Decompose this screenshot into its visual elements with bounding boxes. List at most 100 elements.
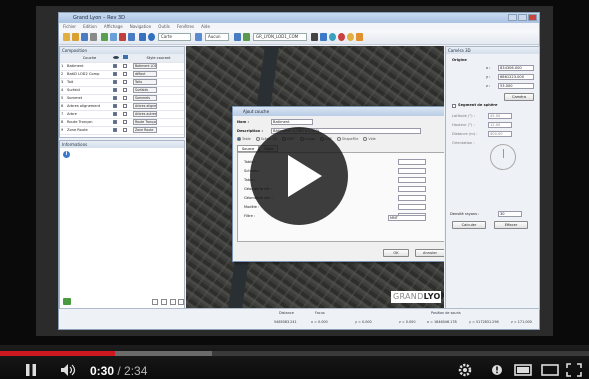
layer-visible-checkbox[interactable] xyxy=(113,80,117,84)
world-icon[interactable] xyxy=(329,33,336,41)
layer-row[interactable]: 6Arbres alignementArbres alignement xyxy=(60,102,184,111)
layer-grid-icon[interactable] xyxy=(110,33,117,41)
layer-select-checkbox[interactable] xyxy=(123,120,127,124)
minimize-icon[interactable] xyxy=(508,14,517,21)
layer-style-button[interactable]: Route Tronçon xyxy=(133,119,157,125)
layer-row[interactable]: 2 BatiD LOD2 Comp défaut xyxy=(60,70,184,79)
dialog-field-input[interactable] xyxy=(398,186,426,192)
pen-icon[interactable] xyxy=(311,33,318,41)
layer-info-icon[interactable] xyxy=(234,33,241,41)
layer-style-button[interactable]: défaut xyxy=(133,71,157,77)
source-type-radio[interactable]: Table xyxy=(237,137,251,141)
layer-row[interactable]: 3 Toit Toits xyxy=(60,78,184,87)
fullscreen-icon[interactable] xyxy=(566,363,582,377)
layer-row[interactable]: 5 Sommet Sommets xyxy=(60,94,184,103)
sun-icon[interactable] xyxy=(347,33,354,41)
menu-item-navigation[interactable]: Navigation xyxy=(130,23,152,30)
video-player[interactable]: Grand Lyon – Rev 3D Fichier Edition Affi… xyxy=(0,0,589,379)
dialog-field-input[interactable] xyxy=(398,159,426,165)
layer-select-checkbox[interactable] xyxy=(123,128,127,132)
latitude-input[interactable]: 45.00 xyxy=(488,113,512,119)
dialog-field-input[interactable] xyxy=(398,195,426,201)
filter-icon[interactable] xyxy=(243,33,250,41)
layer-visible-checkbox[interactable] xyxy=(113,120,117,124)
volume-icon[interactable] xyxy=(60,363,78,377)
menu-item-file[interactable]: Fichier xyxy=(63,23,76,30)
layer-visible-checkbox[interactable] xyxy=(113,104,117,108)
undo-icon[interactable] xyxy=(170,299,176,305)
menu-item-edit[interactable]: Edition xyxy=(83,23,97,30)
layer-style-button[interactable]: Batiment LOD0 extrudé xyxy=(133,63,157,69)
layer-select-checkbox[interactable] xyxy=(123,112,127,116)
annotations-icon[interactable] xyxy=(490,363,504,377)
x-input[interactable]: 834306.000 xyxy=(498,65,534,71)
layer-select-checkbox[interactable] xyxy=(123,64,127,68)
layer-visible-checkbox[interactable] xyxy=(113,64,117,68)
layer-row[interactable]: 1BatimentBatiment LOD0 extrudé xyxy=(60,62,184,71)
dialog-name-input[interactable]: Batiment xyxy=(271,119,313,125)
pan-icon[interactable] xyxy=(128,33,135,41)
menu-item-help[interactable]: Aide xyxy=(201,23,210,30)
settings-gear-icon[interactable] xyxy=(457,362,473,378)
z-input[interactable]: 53.000 xyxy=(498,83,534,89)
progress-bar[interactable] xyxy=(0,351,589,356)
source-type-radio[interactable]: Vide xyxy=(363,137,376,141)
dialog-field-input[interactable] xyxy=(398,168,426,174)
dialog-mnt-combo[interactable]: MNT xyxy=(388,215,426,221)
globe-icon[interactable] xyxy=(148,33,155,41)
layer-visible-checkbox[interactable] xyxy=(113,72,117,76)
render-combo[interactable]: Aucun xyxy=(205,33,229,41)
refresh-icon[interactable] xyxy=(63,298,71,305)
layer-add-icon[interactable] xyxy=(101,33,108,41)
layer-style-button[interactable]: Arbres alignement xyxy=(133,103,157,109)
layer-row[interactable]: 8 Route Tronçon Route Tronçon xyxy=(60,118,184,127)
print-icon[interactable] xyxy=(90,33,97,41)
calculate-button[interactable]: Calculer xyxy=(452,221,486,229)
edit-icon[interactable] xyxy=(119,33,126,41)
layer-select-checkbox[interactable] xyxy=(123,96,127,100)
save-icon[interactable] xyxy=(81,33,88,41)
menu-item-view[interactable]: Affichage xyxy=(104,23,123,30)
dialog-cancel-button[interactable]: Annuler xyxy=(415,249,444,257)
layer-visible-checkbox[interactable] xyxy=(113,128,117,132)
delete-icon[interactable] xyxy=(161,299,167,305)
render-icon[interactable] xyxy=(195,33,202,41)
layer-select-checkbox[interactable] xyxy=(123,88,127,92)
menu-item-tools[interactable]: Outils xyxy=(158,23,170,30)
layer-visible-checkbox[interactable] xyxy=(113,96,117,100)
measure-icon[interactable] xyxy=(320,33,327,41)
layer-row[interactable]: 9 Zone Route Zone Route xyxy=(60,126,184,135)
height-input[interactable]: 12.00 xyxy=(488,122,512,128)
layer-style-button[interactable]: Surfaids xyxy=(133,87,157,93)
zoom-icon[interactable] xyxy=(139,33,146,41)
layer-style-button[interactable]: Arbres autres xyxy=(133,111,157,117)
style-combo[interactable]: Carte xyxy=(158,33,191,41)
dialog-ok-button[interactable]: OK xyxy=(383,249,409,257)
layer-visible-checkbox[interactable] xyxy=(113,112,117,116)
orientation-dial-icon[interactable] xyxy=(490,144,516,170)
layer-select-checkbox[interactable] xyxy=(123,104,127,108)
clear-button[interactable]: Effacer xyxy=(494,221,528,229)
new-icon[interactable] xyxy=(63,33,70,41)
distance-input[interactable]: 400.00 xyxy=(488,131,512,137)
large-player-icon[interactable] xyxy=(541,363,559,377)
sphere-segment-checkbox[interactable] xyxy=(452,104,456,108)
layer-row[interactable]: 4 Surfaid Surfaids xyxy=(60,86,184,95)
pause-icon[interactable] xyxy=(24,363,38,377)
layer-row[interactable]: 7 Arbre Arbres autres xyxy=(60,110,184,119)
layer-visible-checkbox[interactable] xyxy=(113,88,117,92)
menu-item-windows[interactable]: Fenêtres xyxy=(177,23,194,30)
camera-icon[interactable] xyxy=(338,33,345,41)
density-input[interactable]: 30 xyxy=(498,211,522,217)
play-overlay-button[interactable] xyxy=(250,127,348,225)
layer-select-checkbox[interactable] xyxy=(123,80,127,84)
close-icon[interactable] xyxy=(528,14,537,21)
open-icon[interactable] xyxy=(72,33,79,41)
layer-style-button[interactable]: Zone Route xyxy=(133,127,157,133)
dialog-field-input[interactable] xyxy=(398,204,426,210)
small-player-icon[interactable] xyxy=(514,363,532,377)
light-icon[interactable] xyxy=(356,33,363,41)
maximize-icon[interactable] xyxy=(518,14,527,21)
layer-select-checkbox[interactable] xyxy=(123,72,127,76)
dialog-field-input[interactable] xyxy=(398,177,426,183)
